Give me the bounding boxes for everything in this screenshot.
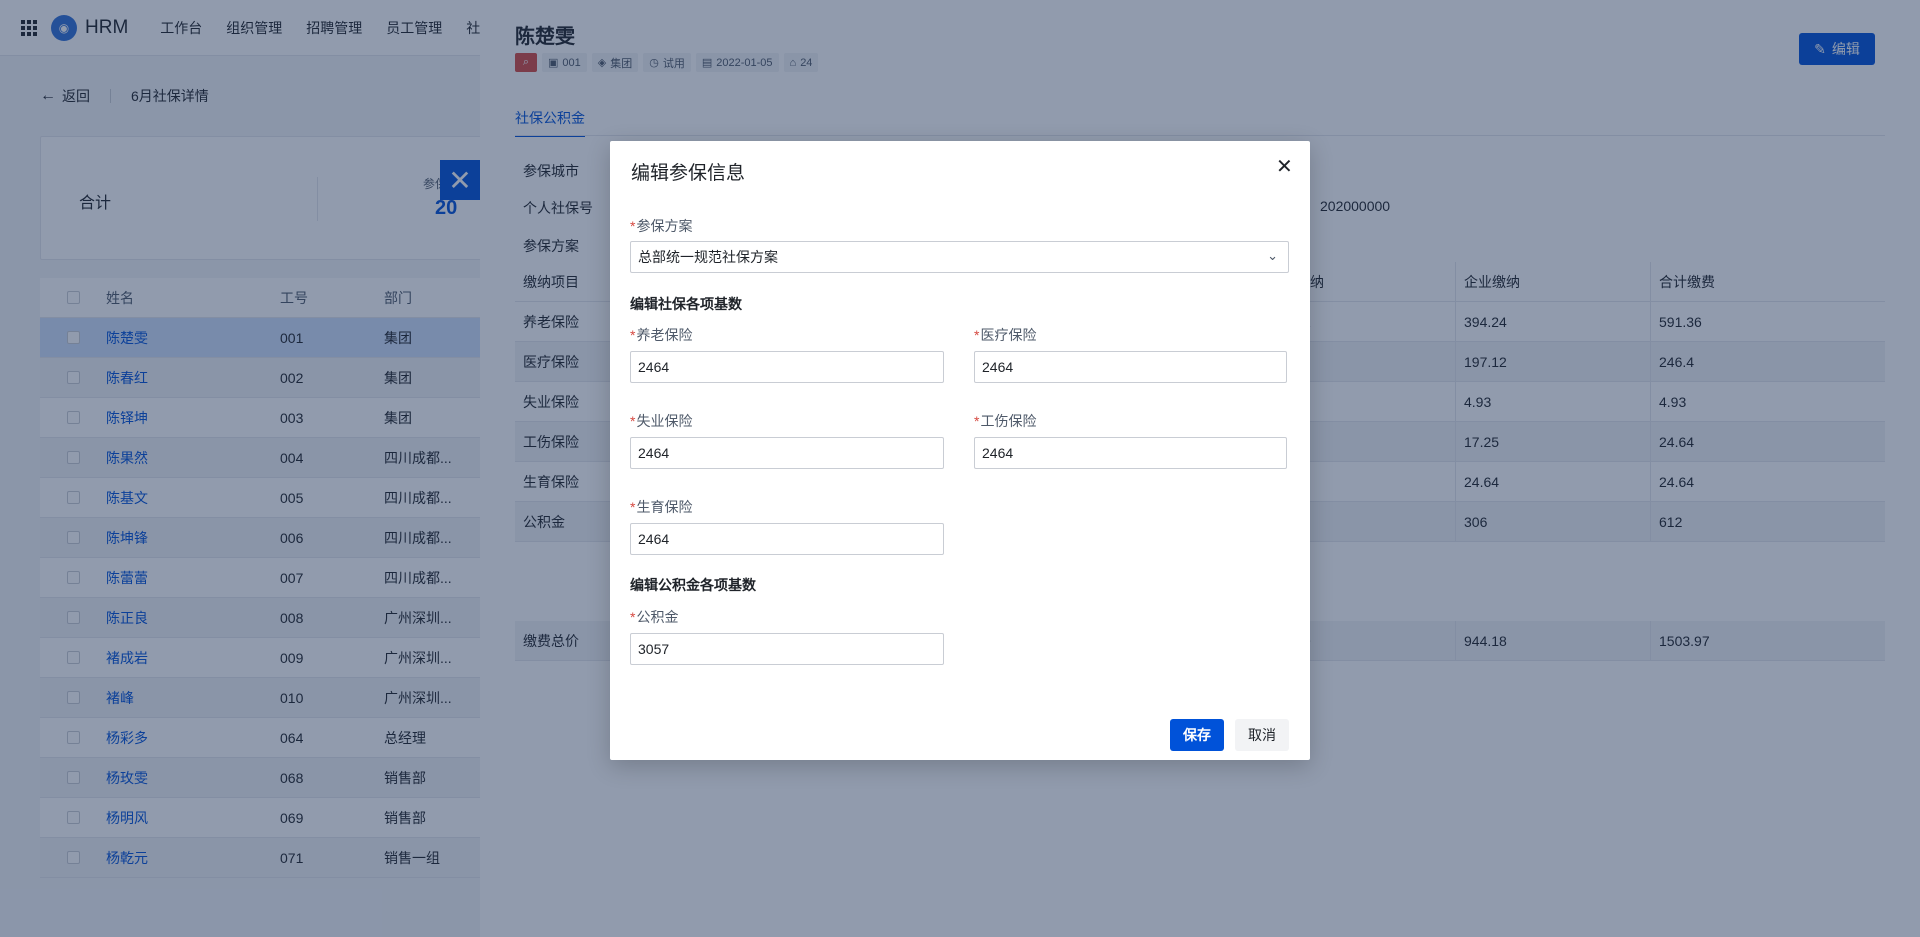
save-button[interactable]: 保存 (1170, 719, 1224, 751)
ss-base-section-title: 编辑社保各项基数 (630, 296, 742, 312)
modal-close-icon[interactable]: ✕ (1276, 154, 1293, 179)
injury-base-input[interactable]: 2464 (974, 437, 1287, 469)
plan-label: *参保方案 (630, 218, 693, 234)
pension-base-input[interactable]: 2464 (630, 351, 944, 383)
medical-label: *医疗保险 (974, 327, 1037, 343)
chevron-down-icon: ⌄ (1267, 248, 1278, 263)
plan-selected-value: 总部统一规范社保方案 (638, 249, 778, 265)
medical-base-input[interactable]: 2464 (974, 351, 1287, 383)
cancel-button[interactable]: 取消 (1235, 719, 1289, 751)
modal-title: 编辑参保信息 (631, 163, 746, 184)
maternity-base-input[interactable]: 2464 (630, 523, 944, 555)
housing-fund-base-input[interactable]: 3057 (630, 633, 944, 665)
pension-label: *养老保险 (630, 327, 693, 343)
unemployment-label: *失业保险 (630, 413, 693, 429)
edit-insurance-modal: 编辑参保信息 ✕ *参保方案 总部统一规范社保方案 ⌄ 编辑社保各项基数 *养老… (610, 141, 1310, 760)
maternity-label: *生育保险 (630, 499, 693, 515)
plan-select[interactable]: 总部统一规范社保方案 ⌄ (630, 241, 1289, 273)
injury-label: *工伤保险 (974, 413, 1037, 429)
unemployment-base-input[interactable]: 2464 (630, 437, 944, 469)
housing-fund-label: *公积金 (630, 609, 679, 625)
hf-base-section-title: 编辑公积金各项基数 (630, 577, 756, 593)
